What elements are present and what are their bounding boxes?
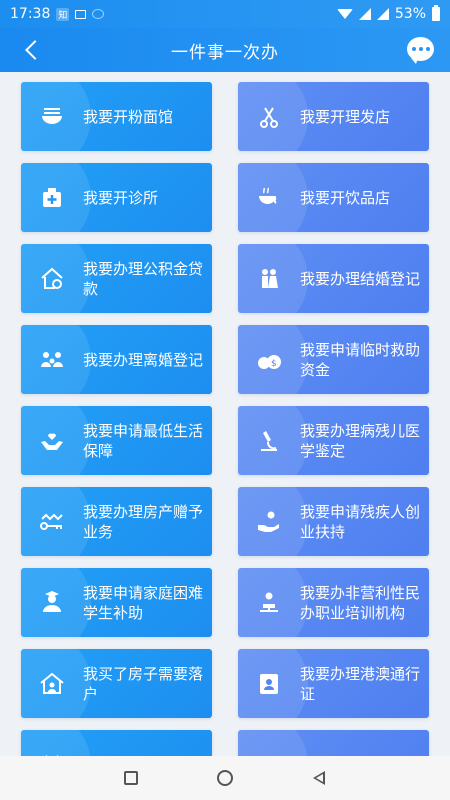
service-card-label: 我要办非营利性民办职业培训机构 <box>300 583 421 622</box>
service-grid: 我要开粉面馆 我要开理发店我要开诊所 我要开饮品店我要办理公积金贷款 我要办理结婚登记… <box>0 72 450 756</box>
microscope-icon <box>246 406 292 475</box>
heart-hands-icon <box>29 406 75 475</box>
service-card-label: 我买了房子需要落户 <box>83 664 204 703</box>
service-card[interactable]: 我要办非营利性民办职业培训机构 <box>238 568 429 637</box>
service-card[interactable]: 我要办理结婚登记 <box>238 244 429 313</box>
service-card[interactable]: 我要开粉面馆 <box>21 82 212 151</box>
page-title: 一件事一次办 <box>171 42 279 63</box>
service-card-label: 我要申请家庭困难学生补助 <box>83 583 204 622</box>
service-card-label: 我要申请最低生活保障 <box>83 421 204 460</box>
system-back-button[interactable] <box>308 767 330 789</box>
notification-image-icon <box>75 9 87 19</box>
service-card-label: 我要开理发店 <box>300 107 391 126</box>
house-coin-icon <box>29 244 75 313</box>
service-card[interactable]: 我要办理公积金贷款 <box>21 244 212 313</box>
service-card[interactable]: 我要办理房产赠予业务 <box>21 487 212 556</box>
home-person-icon <box>29 649 75 718</box>
student-icon <box>29 568 75 637</box>
service-card-label: 我要办理病残儿医学鉴定 <box>300 421 421 460</box>
service-card-label: 我要开饮品店 <box>300 188 391 207</box>
service-card-label: 我要开诊所 <box>83 188 159 207</box>
square-icon <box>124 771 138 785</box>
service-card[interactable]: 我买了房子需要落户 <box>21 649 212 718</box>
home-button[interactable] <box>214 767 236 789</box>
separate-people-icon <box>29 325 75 394</box>
app-header: 一件事一次办 <box>0 28 450 72</box>
service-card[interactable]: 我要办理港澳通行证 <box>238 649 429 718</box>
couple-icon <box>246 244 292 313</box>
service-card-label: 我要申请残疾人创业扶持 <box>300 502 421 541</box>
recent-apps-button[interactable] <box>120 767 142 789</box>
cup-icon <box>246 163 292 232</box>
signal-icon <box>358 8 371 20</box>
service-card[interactable]: 我要办理养老保险 <box>238 730 429 756</box>
service-card-label: 我要办理港澳通行证 <box>300 664 421 703</box>
shirt-icon <box>29 730 75 756</box>
service-card[interactable]: 我要开饮品店 <box>238 163 429 232</box>
service-card[interactable]: $ 我要申请临时救助资金 <box>238 325 429 394</box>
elder-icon <box>246 730 292 756</box>
service-card-label: 我要申请临时救助资金 <box>300 340 421 379</box>
medical-kit-icon <box>29 163 75 232</box>
service-card[interactable]: 我要办理离婚登记 <box>21 325 212 394</box>
money-bags-icon: $ <box>246 325 292 394</box>
battery-percent: 53% <box>394 6 426 22</box>
notification-app-icon <box>92 9 105 19</box>
bowl-icon <box>29 82 75 151</box>
service-card[interactable]: 我要办理病残儿医学鉴定 <box>238 406 429 475</box>
chat-dot <box>411 47 416 51</box>
service-card[interactable]: 我要申请最低生活保障 <box>21 406 212 475</box>
service-card-label: 我要办理公积金贷款 <box>83 259 204 298</box>
circle-icon <box>217 770 233 786</box>
chat-dot <box>425 47 430 51</box>
service-card-label: 我要开粉面馆 <box>83 107 174 126</box>
scissors-icon <box>246 82 292 151</box>
service-card[interactable]: 我要申请残疾人创业扶持 <box>238 487 429 556</box>
status-bar: 17:38 知 53% <box>0 0 450 28</box>
service-card-label: 我要办理房产赠予业务 <box>83 502 204 541</box>
notification-zhihu-icon: 知 <box>56 7 70 21</box>
service-card-label: 我要办理离婚登记 <box>83 350 204 369</box>
service-card[interactable]: 我要开理发店 <box>238 82 429 151</box>
wifi-icon <box>336 9 353 19</box>
service-card[interactable]: 我要申请家庭困难学生补助 <box>21 568 212 637</box>
triangle-back-icon <box>313 771 325 785</box>
message-button[interactable] <box>407 37 434 64</box>
service-card-label: 我要办理结婚登记 <box>300 269 421 288</box>
lecturer-icon <box>246 568 292 637</box>
helping-hand-icon <box>246 487 292 556</box>
back-button[interactable] <box>18 36 46 64</box>
status-time: 17:38 <box>10 6 51 22</box>
service-card[interactable]: 我要开诊所 <box>21 163 212 232</box>
back-arrow-icon <box>25 40 45 60</box>
system-nav-bar <box>0 756 450 800</box>
service-card[interactable]: 我要开干洗店 <box>21 730 212 756</box>
svg-text:$: $ <box>271 359 277 369</box>
signal-icon-2 <box>376 8 389 20</box>
battery-icon <box>432 5 440 21</box>
chat-dot <box>418 47 423 51</box>
houses-key-icon <box>29 487 75 556</box>
id-card-icon <box>246 649 292 718</box>
